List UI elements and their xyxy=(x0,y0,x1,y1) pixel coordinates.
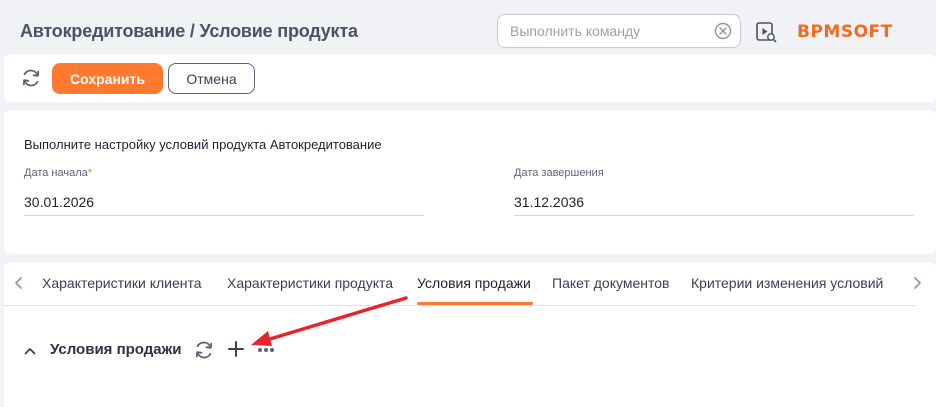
save-button[interactable]: Сохранить xyxy=(52,63,163,94)
tab-product-characteristics[interactable]: Характеристики продукта xyxy=(227,275,393,291)
setup-description: Выполните настройку условий продукта Авт… xyxy=(24,137,382,152)
tab-sale-conditions[interactable]: Условия продажи xyxy=(417,275,531,291)
end-date-underline xyxy=(514,215,914,216)
chevron-right-icon[interactable] xyxy=(910,276,924,290)
tabs-divider xyxy=(4,305,916,306)
cancel-button[interactable]: Отмена xyxy=(168,63,255,94)
start-date-label: Дата начала* xyxy=(24,167,93,179)
end-date-label: Дата завершения xyxy=(514,167,604,179)
plus-icon[interactable] xyxy=(226,339,246,359)
page-title: Автокредитование / Условие продукта xyxy=(20,21,358,41)
end-date-field[interactable]: 31.12.2036 xyxy=(514,194,584,210)
product-condition-card: Выполните настройку условий продукта Авт… xyxy=(4,110,936,254)
chevron-left-icon[interactable] xyxy=(12,276,26,290)
section-title: Условия продажи xyxy=(50,341,182,358)
bpmsoft-logo: BPMSOFT xyxy=(797,22,893,42)
tab-client-characteristics[interactable]: Характеристики клиента xyxy=(42,275,202,291)
clear-icon[interactable] xyxy=(714,22,732,40)
command-input[interactable] xyxy=(510,15,710,47)
tab-condition-change-criteria[interactable]: Критерии изменения условий xyxy=(691,275,883,291)
refresh-icon[interactable] xyxy=(20,67,42,89)
tab-document-package[interactable]: Пакет документов xyxy=(552,275,669,291)
required-marker: * xyxy=(87,167,93,179)
section-refresh-icon[interactable] xyxy=(193,339,215,361)
action-toolbar: Сохранить Отмена xyxy=(4,54,936,102)
start-date-underline xyxy=(24,215,424,216)
start-date-field[interactable]: 30.01.2026 xyxy=(24,194,94,210)
chevron-up-icon[interactable] xyxy=(23,344,37,358)
help-video-icon[interactable] xyxy=(755,21,777,43)
more-icon[interactable] xyxy=(257,346,275,354)
command-box[interactable] xyxy=(497,14,741,48)
page-header: Автокредитование / Условие продукта BPMS… xyxy=(0,0,936,62)
detail-tabs-panel: Характеристики клиента Характеристики пр… xyxy=(4,262,936,407)
